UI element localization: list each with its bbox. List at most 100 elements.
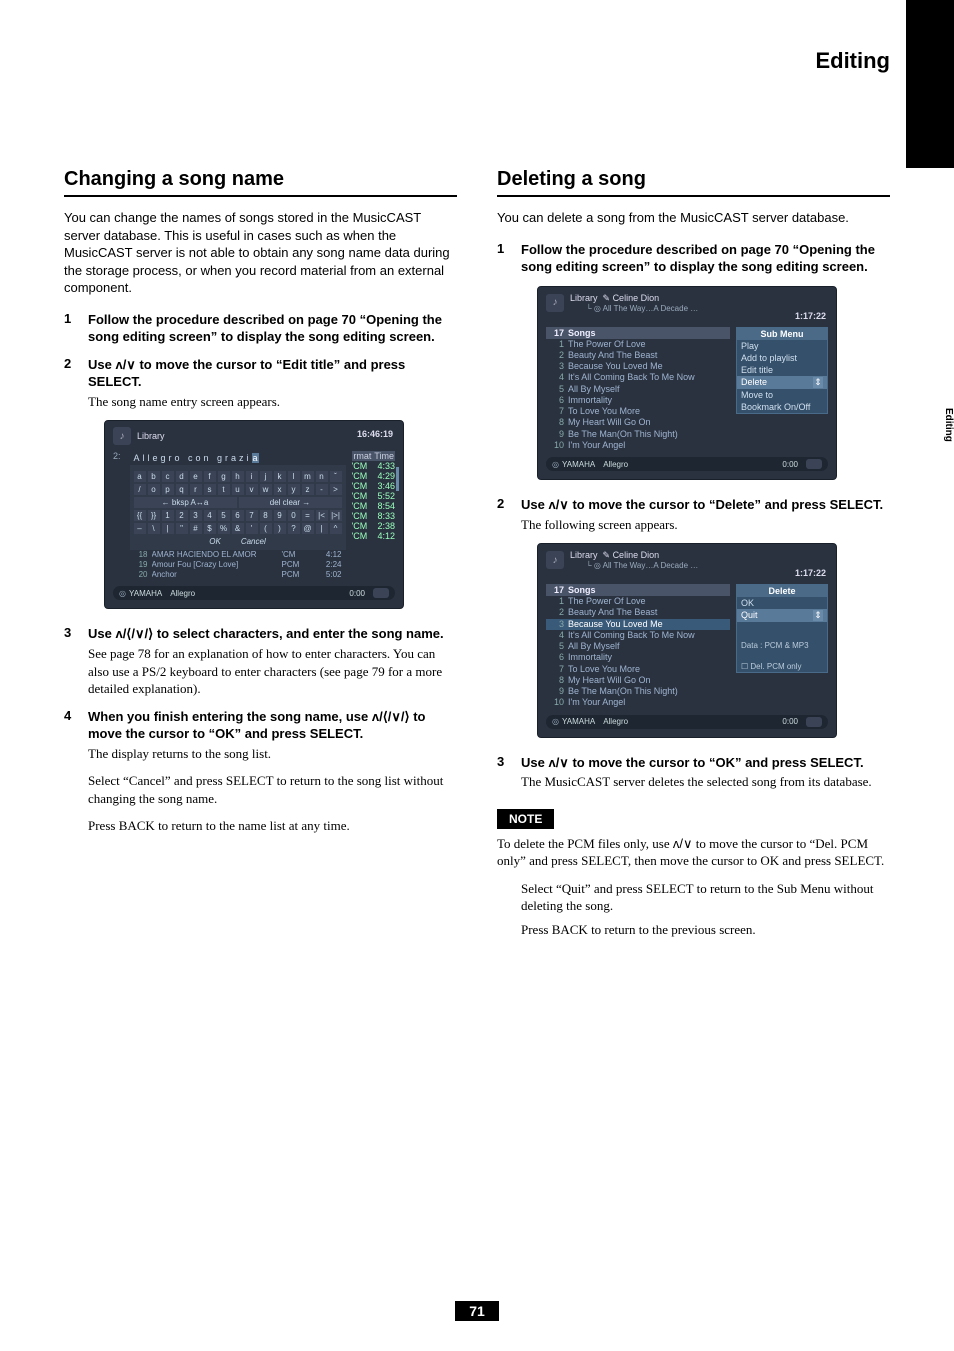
list-item[interactable]: 8My Heart Will Go On (546, 675, 730, 686)
key[interactable]: {{ (134, 510, 146, 521)
key[interactable]: x (274, 484, 286, 495)
key[interactable]: | (162, 523, 174, 534)
key[interactable]: y (288, 484, 300, 495)
text-entry-field[interactable]: Allegro con grazia (130, 451, 346, 465)
on-screen-keyboard[interactable]: abcdefghijklmnˇ /opqrstuvwxyz-> ← bksp A… (130, 465, 346, 550)
list-item[interactable]: 3Because You Loved Me (546, 619, 730, 630)
menu-item-play[interactable]: Play (737, 340, 827, 352)
delete-menu[interactable]: Delete OK Quit⇕ Data : PCM & MP3 Del. PC… (736, 584, 828, 673)
key[interactable]: ( (260, 523, 272, 534)
list-item[interactable]: 5All By Myself (546, 384, 730, 395)
key[interactable]: ' (246, 523, 258, 534)
key[interactable]: & (232, 523, 244, 534)
list-item[interactable]: 4It's All Coming Back To Me Now (546, 630, 730, 641)
list-item[interactable]: 9Be The Man(On This Night) (546, 429, 730, 440)
key[interactable]: – (134, 523, 146, 534)
key[interactable]: 2 (176, 510, 188, 521)
list-item[interactable]: 7To Love You More (546, 664, 730, 675)
key[interactable]: j (260, 471, 272, 482)
key[interactable]: \ (148, 523, 160, 534)
key[interactable]: / (134, 484, 146, 495)
list-item[interactable]: 4It's All Coming Back To Me Now (546, 372, 730, 383)
key[interactable]: v (246, 484, 258, 495)
list-item[interactable]: 9Be The Man(On This Night) (546, 686, 730, 697)
key[interactable]: - (316, 484, 328, 495)
list-item[interactable]: 20AnchorPCM5:02 (130, 570, 346, 580)
key[interactable]: 0 (288, 510, 300, 521)
key[interactable]: n (316, 471, 328, 482)
key[interactable]: e (190, 471, 202, 482)
list-item[interactable]: 5All By Myself (546, 641, 730, 652)
key[interactable]: s (204, 484, 216, 495)
key[interactable]: o (148, 484, 160, 495)
key[interactable]: 4 (204, 510, 216, 521)
menu-item-ok[interactable]: OK (737, 597, 827, 609)
menu-item-add-playlist[interactable]: Add to playlist (737, 352, 827, 364)
key[interactable]: ^ (330, 523, 342, 534)
menu-item-quit[interactable]: Quit⇕ (737, 609, 827, 622)
key[interactable]: k (274, 471, 286, 482)
key[interactable]: 3 (190, 510, 202, 521)
list-item[interactable]: 8My Heart Will Go On (546, 417, 730, 428)
key[interactable]: l (288, 471, 300, 482)
sub-menu[interactable]: Sub Menu Play Add to playlist Edit title… (736, 327, 828, 414)
key[interactable]: 8 (260, 510, 272, 521)
menu-item-delete[interactable]: Delete⇕ (737, 376, 827, 389)
list-item[interactable]: 2Beauty And The Beast (546, 607, 730, 618)
key[interactable]: w (260, 484, 272, 495)
list-item[interactable]: 1The Power Of Love (546, 339, 730, 350)
key[interactable]: q (176, 484, 188, 495)
scrollbar-icon[interactable] (396, 467, 399, 491)
song-list[interactable]: 17Songs 1The Power Of Love2Beauty And Th… (546, 584, 730, 709)
list-item[interactable]: 10I'm Your Angel (546, 697, 730, 708)
key[interactable]: r (190, 484, 202, 495)
key[interactable]: h (232, 471, 244, 482)
key[interactable]: c (162, 471, 174, 482)
list-item[interactable]: 6Immortality (546, 395, 730, 406)
key[interactable]: a (134, 471, 146, 482)
del-pcm-only-checkbox[interactable]: Del. PCM only (737, 661, 827, 672)
key[interactable]: |< (316, 510, 328, 521)
song-list[interactable]: 17Songs 1The Power Of Love2Beauty And Th… (546, 327, 730, 452)
key[interactable]: 9 (274, 510, 286, 521)
key[interactable]: f (204, 471, 216, 482)
key[interactable]: ? (288, 523, 300, 534)
key[interactable]: = (302, 510, 314, 521)
key[interactable]: $ (204, 523, 216, 534)
key[interactable]: 5 (218, 510, 230, 521)
key[interactable]: p (162, 484, 174, 495)
key[interactable]: | (316, 523, 328, 534)
key[interactable]: @ (302, 523, 314, 534)
key[interactable]: d (176, 471, 188, 482)
key[interactable]: # (190, 523, 202, 534)
list-item[interactable]: 6Immortality (546, 652, 730, 663)
list-item[interactable]: 1The Power Of Love (546, 596, 730, 607)
key[interactable]: t (218, 484, 230, 495)
key[interactable]: 6 (232, 510, 244, 521)
key[interactable]: " (176, 523, 188, 534)
key[interactable]: 1 (162, 510, 174, 521)
key[interactable]: i (246, 471, 258, 482)
cancel-button[interactable]: Cancel (241, 537, 266, 546)
key[interactable]: }} (148, 510, 160, 521)
list-item[interactable]: 10I'm Your Angel (546, 440, 730, 451)
key[interactable]: |>| (330, 510, 342, 521)
list-item[interactable]: 2Beauty And The Beast (546, 350, 730, 361)
key[interactable]: m (302, 471, 314, 482)
key[interactable]: > (330, 484, 342, 495)
key[interactable]: ˇ (330, 471, 342, 482)
key[interactable]: z (302, 484, 314, 495)
list-item[interactable]: 19Amour Fou [Crazy Love]PCM2:24 (130, 560, 346, 570)
key[interactable]: g (218, 471, 230, 482)
key[interactable]: ) (274, 523, 286, 534)
list-item[interactable]: 3Because You Loved Me (546, 361, 730, 372)
key[interactable]: 7 (246, 510, 258, 521)
key[interactable]: u (232, 484, 244, 495)
menu-item-bookmark[interactable]: Bookmark On/Off (737, 401, 827, 413)
menu-item-edit-title[interactable]: Edit title (737, 364, 827, 376)
list-item[interactable]: 18AMAR HACIENDO EL AMOR'CM4:12 (130, 550, 346, 560)
ok-button[interactable]: OK (209, 537, 221, 546)
list-item[interactable]: 7To Love You More (546, 406, 730, 417)
key[interactable]: % (218, 523, 230, 534)
key[interactable]: b (148, 471, 160, 482)
